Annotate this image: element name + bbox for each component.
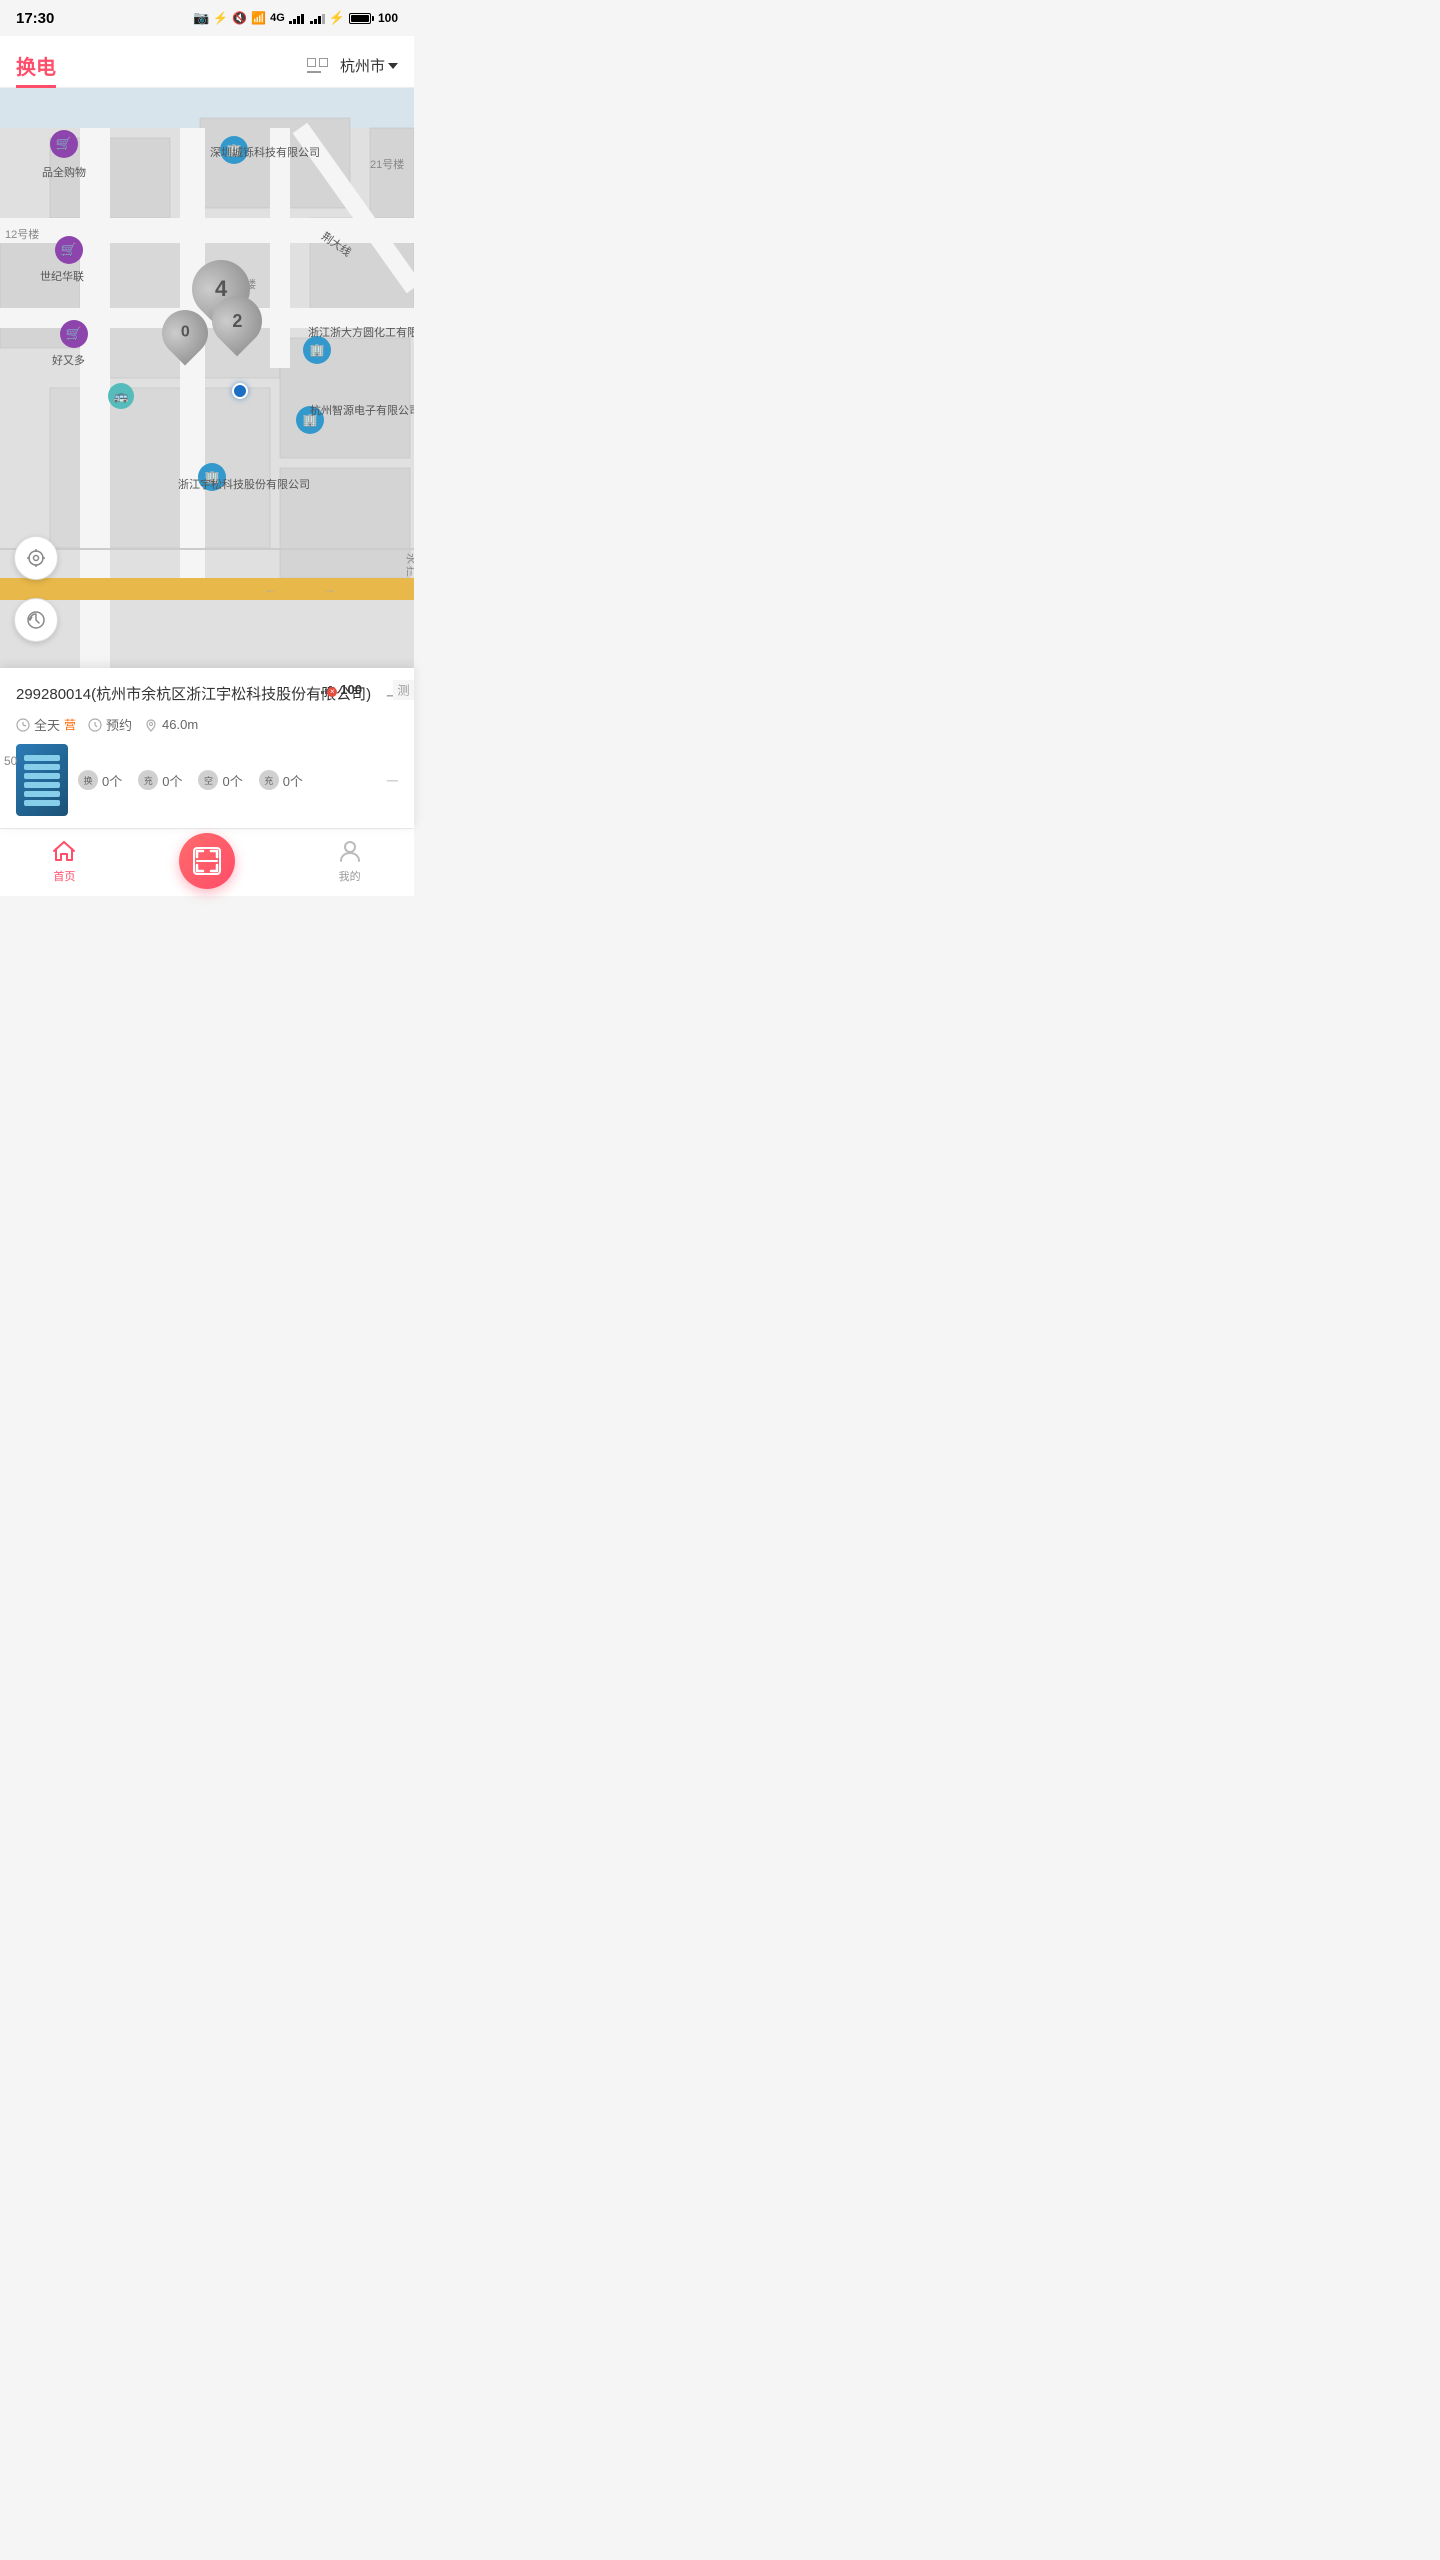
reserve-info: 预约 [88, 715, 132, 734]
usb-icon: ⚡ [213, 11, 228, 25]
map-pin-0[interactable]: 0 [162, 310, 208, 356]
battery-50-label: 50 [4, 754, 17, 768]
city-name: 杭州市 [340, 55, 385, 76]
profile-icon [336, 837, 364, 865]
scan-button[interactable] [179, 833, 235, 889]
battery-count-3: 充 0个 [259, 770, 303, 790]
map-pin-2[interactable]: 2 [212, 296, 262, 346]
battery-count-swap: 0个 [102, 771, 122, 790]
location-icon [144, 718, 158, 732]
panel-battery-value: 100 [340, 682, 362, 697]
list-view-toggle[interactable] [307, 58, 328, 73]
status-time: 17:30 [16, 10, 54, 27]
poi-zhiyuan: 🏢 [296, 406, 324, 434]
charging-icon: ⚡ [329, 10, 345, 26]
poi-shiji: 🛒 [55, 236, 83, 264]
svg-text:→: → [324, 582, 336, 596]
battery-charge2-icon: 充 [259, 770, 279, 790]
signal-x-icon: × [327, 687, 337, 697]
poi-pinquan: 🛒 [50, 130, 78, 158]
poi-bus: 🚌 [108, 383, 134, 409]
chevron-down-icon [388, 63, 398, 69]
battery-count-charge2: 0个 [283, 771, 303, 790]
mute-icon: 🔇 [232, 11, 247, 25]
panel-collapse-dash[interactable]: – [387, 769, 398, 792]
营业-icon: 营 [64, 716, 76, 733]
battery-count-empty: 0个 [222, 771, 242, 790]
reserve-label: 预约 [106, 715, 132, 734]
nav-profile[interactable]: 我的 [336, 837, 364, 884]
status-icons: 📷 ⚡ 🔇 📶 4G ⚡ 100 [193, 10, 398, 26]
signal-bars-2 [310, 12, 325, 24]
nav-home[interactable]: 首页 [50, 837, 78, 884]
battery-empty-icon: 空 [198, 770, 218, 790]
tab-label: 换电 [16, 57, 56, 88]
map-container[interactable]: ← → 永 拦 🛒 品全购物 🏢 深圳城铄科技有限公司 21号楼 12号楼 荆大… [0, 88, 414, 668]
header: 换电 杭州市 [0, 36, 414, 88]
panel-device-row: 50 换 0个 充 0个 [16, 744, 398, 816]
battery-swap-icon: 换 [78, 770, 98, 790]
status-bar: 17:30 📷 ⚡ 🔇 📶 4G ⚡ [0, 0, 414, 36]
clock-icon-2 [88, 718, 102, 732]
hours-info: 全天 营 [16, 715, 76, 734]
profile-label: 我的 [339, 868, 361, 884]
distance-info: 46.0m [144, 717, 198, 732]
header-right: 杭州市 [307, 55, 398, 76]
home-label: 首页 [53, 868, 75, 884]
location-button[interactable] [14, 536, 58, 580]
panel-info-row: 全天 营 预约 46.0m [16, 715, 398, 734]
device-image [16, 744, 68, 816]
battery-percent: 100 [378, 11, 398, 25]
distance-label: 46.0m [162, 717, 198, 732]
battery-charge-icon: 充 [138, 770, 158, 790]
poi-zheda: 🏢 [303, 336, 331, 364]
poi-shenzhen: 🏢 [220, 136, 248, 164]
hours-label: 全天 [34, 715, 60, 734]
poi-haoyouduo: 🛒 [60, 320, 88, 348]
clock-icon [16, 718, 30, 732]
network-label: 4G [270, 12, 285, 24]
bottom-nav: 首页 我的 [0, 828, 414, 896]
map-svg: ← → 永 拦 [0, 88, 414, 668]
scan-icon [193, 847, 221, 875]
panel-side-label: 测 [393, 680, 414, 700]
poi-yusong: 🏢 [198, 463, 226, 491]
svg-text:←: ← [264, 582, 276, 596]
battery-count-1: 充 0个 [138, 770, 182, 790]
history-button[interactable] [14, 598, 58, 642]
battery-counts: 换 0个 充 0个 空 0个 充 0个 [78, 770, 377, 790]
battery-status [349, 13, 374, 24]
user-location-dot [232, 383, 248, 399]
battery-count-charge: 0个 [162, 771, 182, 790]
battery-count-0: 换 0个 [78, 770, 122, 790]
home-icon [50, 837, 78, 865]
city-selector[interactable]: 杭州市 [340, 55, 398, 76]
svg-text:拦: 拦 [405, 566, 414, 577]
bottom-panel: × 100 – 299280014(杭州市余杭区浙江宇松科技股份有限公司) 全天… [0, 668, 414, 828]
battery-count-2: 空 0个 [198, 770, 242, 790]
panel-signal-icon: × [321, 686, 332, 694]
camera-icon: 📷 [193, 10, 209, 26]
signal-bars [289, 12, 304, 24]
wifi-icon: 📶 [251, 11, 266, 25]
svg-text:永: 永 [405, 553, 414, 564]
tab-huandian[interactable]: 换电 [16, 51, 56, 80]
